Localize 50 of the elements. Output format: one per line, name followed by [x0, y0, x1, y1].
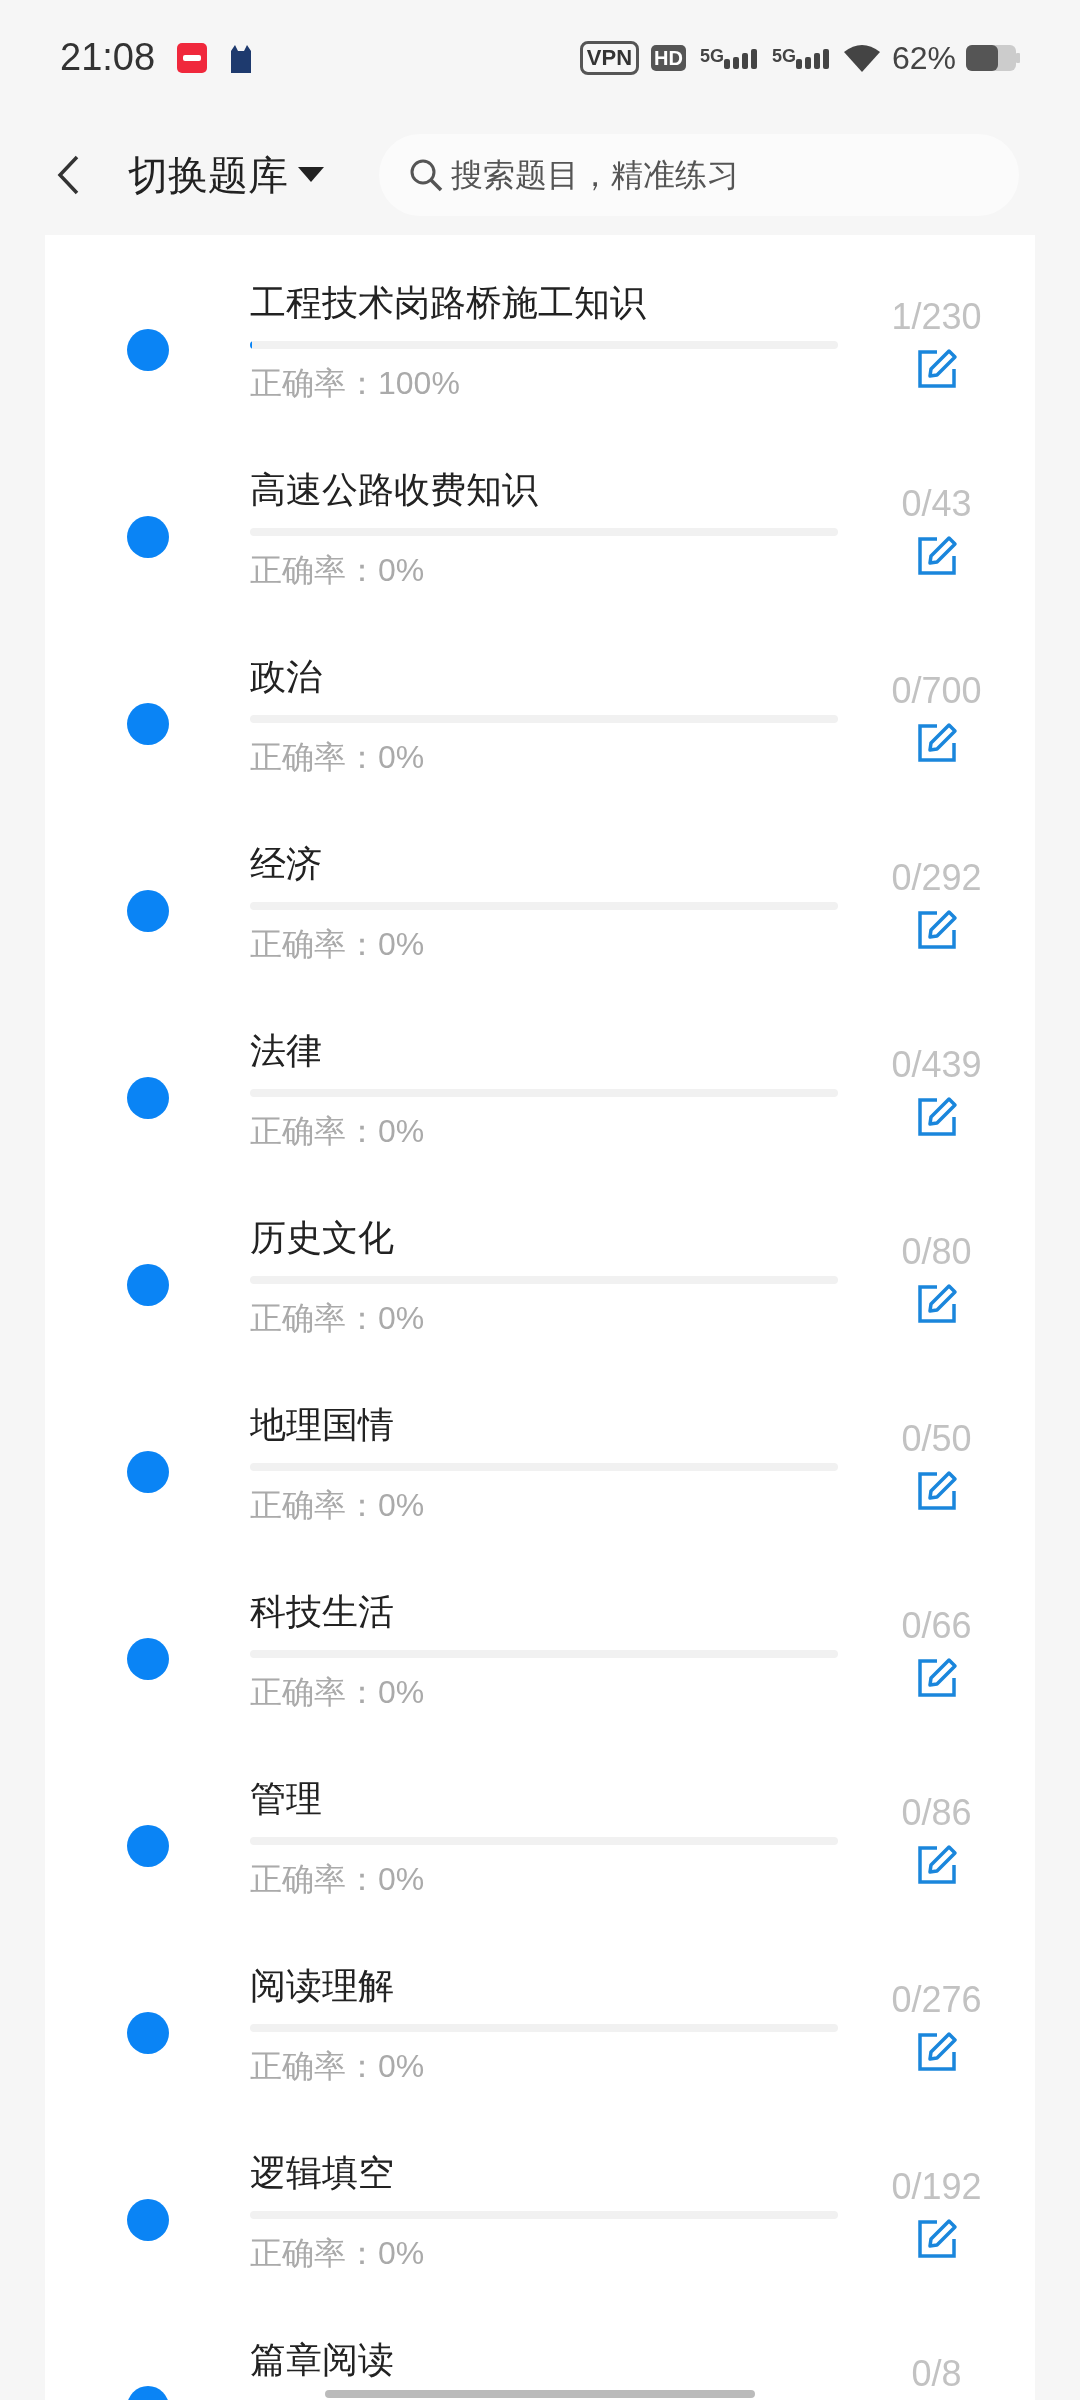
search-field[interactable]: 搜索题目，精准练习	[379, 134, 1019, 216]
accuracy-rate: 正确率：0%	[250, 925, 426, 964]
battery-percentage: 62%	[891, 38, 956, 78]
accuracy-rate: 正确率：0%	[250, 1486, 426, 1525]
question-count: 0/66	[901, 1604, 972, 1648]
question-count: 0/700	[891, 669, 982, 713]
wifi-icon	[843, 43, 880, 72]
accuracy-rate: 正确率：100%	[250, 364, 461, 403]
caret-icon	[298, 167, 324, 183]
question-count: 1/230	[891, 295, 982, 339]
accuracy-rate: 正确率：0%	[250, 2047, 426, 2086]
question-count: 0/50	[901, 1417, 972, 1461]
bank-title[interactable]: 地理国情	[250, 1403, 394, 1447]
signal-icon	[795, 46, 830, 69]
bank-title[interactable]: 工程技术岗路桥施工知识	[250, 281, 646, 325]
question-count: 0/80	[901, 1230, 972, 1274]
battery-icon	[966, 44, 1020, 71]
bank-title[interactable]: 经济	[250, 842, 322, 886]
bank-title[interactable]: 管理	[250, 1777, 322, 1821]
bank-title[interactable]: 法律	[250, 1029, 322, 1073]
bank-title[interactable]: 篇章阅读	[250, 2338, 394, 2382]
clock: 21:08	[60, 35, 156, 80]
bank-title[interactable]: 历史文化	[250, 1216, 394, 1260]
accuracy-rate: 正确率：0%	[250, 1860, 426, 1899]
search-icon	[409, 158, 443, 192]
question-count: 0/192	[891, 2165, 982, 2209]
signal-icon	[723, 46, 758, 69]
accuracy-rate: 正确率：0%	[250, 551, 426, 590]
accuracy-rate: 正确率：0%	[250, 1112, 426, 1151]
app-icon	[177, 42, 208, 73]
accuracy-rate: 正确率：0%	[250, 738, 426, 777]
question-count: 0/8	[911, 2352, 962, 2396]
bank-title[interactable]: 逻辑填空	[250, 2151, 394, 2195]
question-count: 0/439	[891, 1043, 982, 1087]
hd-indicator: HD	[651, 44, 686, 71]
vpn-indicator: VPN	[579, 40, 640, 75]
bank-title[interactable]: 科技生活	[250, 1590, 394, 1634]
question-count: 0/86	[901, 1791, 972, 1835]
bank-title[interactable]: 阅读理解	[250, 1964, 394, 2008]
network-type: 5G	[699, 46, 724, 65]
bank-switcher[interactable]: 切换题库	[128, 145, 324, 205]
question-count: 0/292	[891, 856, 982, 900]
bank-title[interactable]: 高速公路收费知识	[250, 468, 538, 512]
accuracy-rate: 正确率：0%	[250, 1673, 426, 1712]
accuracy-rate: 正确率：0%	[250, 1299, 426, 1338]
question-count: 0/276	[891, 1978, 982, 2022]
network-type: 5G	[771, 46, 796, 65]
bank-title[interactable]: 政治	[250, 655, 322, 699]
question-count: 0/43	[901, 482, 972, 526]
accuracy-rate: 正确率：0%	[250, 2234, 426, 2273]
